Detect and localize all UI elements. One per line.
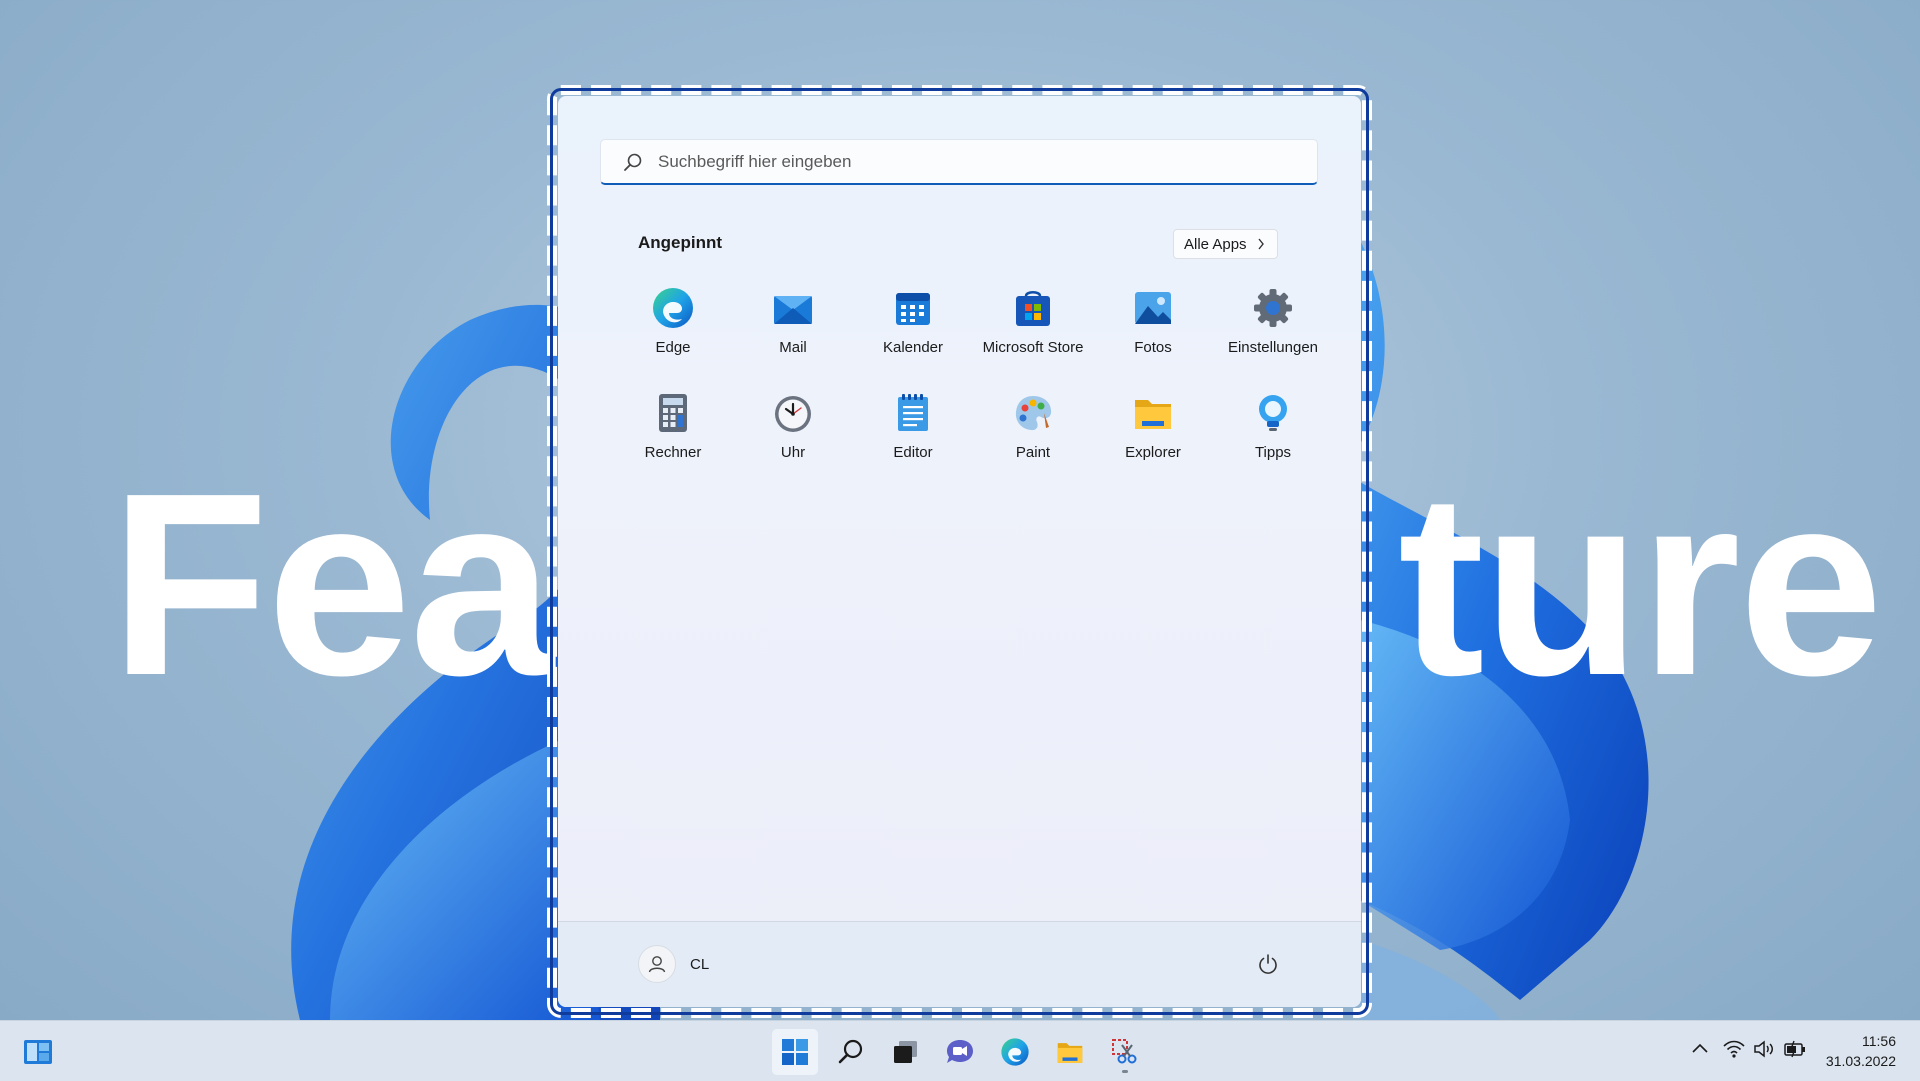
taskbar-clock[interactable]: 11:56 31.03.2022 bbox=[1826, 1031, 1896, 1071]
app-label: Paint bbox=[1015, 444, 1051, 461]
user-account-button[interactable]: CL bbox=[638, 945, 709, 983]
start-menu: Angepinnt Alle Apps Edge Mail bbox=[558, 96, 1361, 1007]
widgets-button[interactable] bbox=[15, 1029, 61, 1075]
mail-icon bbox=[774, 296, 812, 324]
tips-icon bbox=[1259, 395, 1287, 431]
start-button[interactable] bbox=[772, 1029, 818, 1075]
calendar-icon bbox=[896, 293, 930, 325]
taskbar-search-button[interactable] bbox=[828, 1029, 874, 1075]
pinned-app-explorer[interactable]: Explorer bbox=[1098, 387, 1208, 475]
start-menu-footer: CL bbox=[558, 921, 1361, 1007]
taskbar-explorer-button[interactable] bbox=[1047, 1029, 1093, 1075]
pinned-app-einstellungen[interactable]: Einstellungen bbox=[1218, 282, 1328, 370]
chat-icon bbox=[947, 1040, 973, 1063]
task-view-button[interactable] bbox=[882, 1029, 928, 1075]
search-input[interactable] bbox=[656, 150, 1260, 173]
app-label: Explorer bbox=[1125, 444, 1181, 461]
pinned-app-mail[interactable]: Mail bbox=[738, 282, 848, 370]
chat-button[interactable] bbox=[937, 1029, 983, 1075]
app-label: Mail bbox=[779, 339, 807, 356]
pinned-app-kalender[interactable]: Kalender bbox=[858, 282, 968, 370]
running-indicator bbox=[1122, 1070, 1128, 1073]
start-search-box[interactable] bbox=[600, 139, 1318, 185]
folder-icon bbox=[1135, 400, 1171, 429]
chevron-up-icon[interactable] bbox=[1690, 1039, 1710, 1059]
taskbar-snipping-tool-button[interactable] bbox=[1102, 1029, 1148, 1075]
pinned-app-edge[interactable]: Edge bbox=[618, 282, 728, 370]
pinned-app-fotos[interactable]: Fotos bbox=[1098, 282, 1208, 370]
edge-icon bbox=[653, 288, 693, 328]
pinned-app-microsoft-store[interactable]: Microsoft Store bbox=[978, 282, 1088, 370]
clock-time: 11:56 bbox=[1862, 1033, 1896, 1049]
all-apps-label: Alle Apps bbox=[1184, 235, 1247, 253]
file-explorer-icon bbox=[1057, 1043, 1083, 1063]
photos-icon bbox=[1135, 292, 1171, 324]
store-icon bbox=[1016, 291, 1050, 326]
battery-charging-icon[interactable] bbox=[1783, 1039, 1807, 1059]
calculator-icon bbox=[659, 394, 687, 432]
chevron-right-icon bbox=[1258, 238, 1264, 250]
app-label: Uhr bbox=[780, 444, 806, 461]
all-apps-button[interactable]: Alle Apps bbox=[1173, 229, 1278, 259]
clock-icon bbox=[775, 396, 811, 432]
paint-icon bbox=[1015, 396, 1052, 431]
volume-icon[interactable] bbox=[1753, 1039, 1775, 1059]
app-label: Microsoft Store bbox=[982, 339, 1084, 356]
app-label: Tipps bbox=[1254, 444, 1292, 461]
pinned-app-editor[interactable]: Editor bbox=[858, 387, 968, 475]
app-label: Kalender bbox=[882, 339, 944, 356]
task-view-icon bbox=[894, 1041, 917, 1063]
app-label: Einstellungen bbox=[1227, 339, 1319, 356]
edge-icon bbox=[1001, 1038, 1029, 1066]
app-label: Rechner bbox=[644, 444, 702, 461]
overlay-headline-right: ture bbox=[1398, 440, 1883, 730]
avatar bbox=[638, 945, 676, 983]
search-icon bbox=[624, 153, 642, 171]
widgets-icon bbox=[24, 1040, 52, 1064]
pinned-app-tipps[interactable]: Tipps bbox=[1218, 387, 1328, 475]
pinned-app-rechner[interactable]: Rechner bbox=[618, 387, 728, 475]
taskbar: 11:56 31.03.2022 bbox=[0, 1020, 1920, 1081]
user-icon bbox=[648, 956, 666, 973]
app-label: Edge bbox=[655, 339, 691, 356]
overlay-headline-left: Fea bbox=[110, 440, 554, 730]
search-icon bbox=[838, 1039, 863, 1064]
app-label: Fotos bbox=[1134, 339, 1172, 356]
taskbar-edge-button[interactable] bbox=[992, 1029, 1038, 1075]
pinned-app-paint[interactable]: Paint bbox=[978, 387, 1088, 475]
app-label: Editor bbox=[893, 444, 933, 461]
gear-icon bbox=[1254, 289, 1292, 327]
notepad-icon bbox=[898, 394, 928, 431]
pinned-section-title: Angepinnt bbox=[638, 233, 723, 252]
power-button[interactable] bbox=[1256, 952, 1280, 976]
clock-date: 31.03.2022 bbox=[1825, 1053, 1896, 1069]
snipping-tool-icon bbox=[1112, 1039, 1137, 1064]
pinned-app-uhr[interactable]: Uhr bbox=[738, 387, 848, 475]
wifi-icon[interactable] bbox=[1723, 1039, 1745, 1059]
user-name: CL bbox=[690, 955, 710, 973]
start-icon bbox=[782, 1039, 808, 1065]
